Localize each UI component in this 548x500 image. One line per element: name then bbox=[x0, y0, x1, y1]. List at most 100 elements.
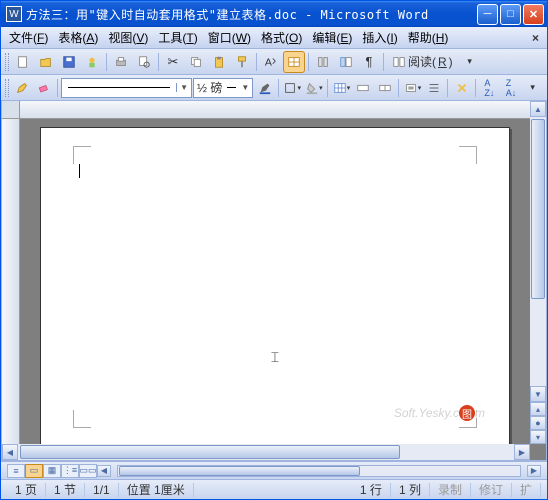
watermark-logo-icon: 图 bbox=[459, 405, 475, 421]
web-layout-view-button[interactable]: ▦ bbox=[43, 464, 61, 478]
border-color-button[interactable] bbox=[254, 77, 275, 99]
cut-button[interactable]: ✂ bbox=[162, 51, 184, 73]
reading-view-button[interactable]: ▭▭ bbox=[79, 464, 97, 478]
crop-mark-bl bbox=[73, 410, 91, 428]
crop-mark-tr bbox=[459, 146, 477, 164]
new-doc-button[interactable] bbox=[12, 51, 34, 73]
view-hscroll-track[interactable] bbox=[117, 465, 521, 477]
window-controls: ─ □ ✕ bbox=[477, 4, 544, 25]
scroll-right-button[interactable]: ▶ bbox=[514, 444, 530, 460]
word-window: W 方法三：用"键入时自动套用格式"建立表格.doc - Microsoft W… bbox=[0, 0, 548, 500]
vertical-ruler[interactable] bbox=[2, 119, 20, 444]
scroll-down-button[interactable]: ▼ bbox=[530, 386, 546, 402]
horizontal-ruler[interactable] bbox=[20, 101, 530, 119]
print-button[interactable] bbox=[110, 51, 132, 73]
draw-table-button[interactable] bbox=[283, 51, 305, 73]
menu-view[interactable]: 视图(V) bbox=[104, 27, 152, 48]
word-app-icon: W bbox=[6, 6, 22, 22]
maximize-button[interactable]: □ bbox=[500, 4, 521, 25]
status-rev[interactable]: 修订 bbox=[471, 483, 512, 497]
next-page-button[interactable]: ▾ bbox=[530, 430, 546, 444]
line-style-select[interactable]: ▼ bbox=[61, 78, 192, 98]
distribute-rows-button[interactable] bbox=[424, 77, 445, 99]
draw-pencil-button[interactable] bbox=[12, 77, 33, 99]
shading-color-button[interactable]: ▾ bbox=[304, 77, 325, 99]
menu-help[interactable]: 帮助(H) bbox=[404, 27, 453, 48]
paste-button[interactable] bbox=[208, 51, 230, 73]
normal-view-button[interactable]: ≡ bbox=[7, 464, 25, 478]
vertical-scrollbar[interactable]: ▲ ▼ ▴ ● ▾ bbox=[530, 101, 546, 444]
outline-view-button[interactable]: ⋮≡ bbox=[61, 464, 79, 478]
menu-edit[interactable]: 编辑(E) bbox=[308, 27, 356, 48]
titlebar: W 方法三：用"键入时自动套用格式"建立表格.doc - Microsoft W… bbox=[1, 1, 547, 27]
print-layout-view-button[interactable]: ▭ bbox=[25, 464, 43, 478]
status-section: 1 节 bbox=[46, 483, 85, 497]
view-hscroll-thumb[interactable] bbox=[119, 466, 360, 476]
char-scaling-button[interactable]: A bbox=[260, 51, 282, 73]
menu-file[interactable]: 文件(F) bbox=[5, 27, 52, 48]
menubar: 文件(F) 表格(A) 视图(V) 工具(T) 窗口(W) 格式(O) 编辑(E… bbox=[1, 27, 547, 49]
ruler-corner bbox=[2, 101, 20, 119]
hscroll-left-button[interactable]: ◀ bbox=[97, 465, 111, 477]
menu-table[interactable]: 表格(A) bbox=[54, 27, 102, 48]
show-marks-button[interactable]: ¶ bbox=[358, 51, 380, 73]
status-pageof: 1/1 bbox=[85, 483, 119, 497]
format-painter-button[interactable] bbox=[231, 51, 253, 73]
line-weight-select[interactable]: ½ 磅▼ bbox=[193, 78, 253, 98]
sort-asc-button[interactable]: AZ↓ bbox=[479, 77, 500, 99]
save-button[interactable] bbox=[58, 51, 80, 73]
split-cells-button[interactable] bbox=[375, 77, 396, 99]
horizontal-scrollbar[interactable]: ◀ ▶ bbox=[2, 444, 530, 460]
view-switch-bar: ≡ ▭ ▦ ⋮≡ ▭▭ ◀ ▶ bbox=[1, 461, 547, 479]
copy-button[interactable] bbox=[185, 51, 207, 73]
reading-layout-button[interactable]: 阅读(R) bbox=[387, 52, 458, 72]
outside-border-button[interactable]: ▾ bbox=[282, 77, 303, 99]
crop-mark-tl bbox=[73, 146, 91, 164]
menu-window[interactable]: 窗口(W) bbox=[204, 27, 255, 48]
ibeam-pointer-icon: ⌶ bbox=[271, 349, 279, 366]
document-area: ⌶ Soft.Yesky.c图m ▲ ▼ ▴ ● ▾ ◀ ▶ bbox=[1, 101, 547, 461]
columns-button[interactable] bbox=[312, 51, 334, 73]
toolbar-handle[interactable] bbox=[5, 53, 9, 71]
doc-map-button[interactable] bbox=[335, 51, 357, 73]
window-title: 方法三：用"键入时自动套用格式"建立表格.doc - Microsoft Wor… bbox=[26, 6, 477, 23]
statusbar: 1 页 1 节 1/1 位置 1厘米 1 行 1 列 录制 修订 扩 bbox=[1, 479, 547, 499]
open-button[interactable] bbox=[35, 51, 57, 73]
status-line: 1 行 bbox=[352, 483, 391, 497]
close-button[interactable]: ✕ bbox=[523, 4, 544, 25]
toolbar-options-2-button[interactable]: ▾ bbox=[522, 77, 543, 99]
tables-borders-toolbar: ▼ ½ 磅▼ ▾ ▾ ▾ ▾ AZ↓ ZA↓ ▾ bbox=[1, 75, 547, 101]
autoformat-button[interactable] bbox=[451, 77, 472, 99]
browse-object-button[interactable]: ● bbox=[530, 416, 546, 430]
status-page: 1 页 bbox=[7, 483, 46, 497]
menu-tools[interactable]: 工具(T) bbox=[154, 27, 201, 48]
menu-format[interactable]: 格式(O) bbox=[257, 27, 306, 48]
toolbar-handle-2[interactable] bbox=[5, 79, 9, 97]
document-page[interactable]: ⌶ Soft.Yesky.c图m bbox=[40, 127, 510, 444]
scroll-left-button[interactable]: ◀ bbox=[2, 444, 18, 460]
status-rec[interactable]: 录制 bbox=[430, 483, 471, 497]
eraser-button[interactable] bbox=[34, 77, 55, 99]
align-button[interactable]: ▾ bbox=[402, 77, 423, 99]
prev-page-button[interactable]: ▴ bbox=[530, 402, 546, 416]
sort-desc-button[interactable]: ZA↓ bbox=[501, 77, 522, 99]
minimize-button[interactable]: ─ bbox=[477, 4, 498, 25]
scroll-up-button[interactable]: ▲ bbox=[530, 101, 546, 117]
document-viewport[interactable]: ⌶ Soft.Yesky.c图m bbox=[20, 119, 530, 444]
menu-insert[interactable]: 插入(I) bbox=[358, 27, 401, 48]
print-preview-button[interactable] bbox=[133, 51, 155, 73]
watermark: Soft.Yesky.c图m bbox=[394, 404, 485, 422]
hscroll-right-button[interactable]: ▶ bbox=[527, 465, 541, 477]
scroll-thumb-v[interactable] bbox=[531, 119, 545, 299]
toolbar-options-button[interactable]: ▾ bbox=[459, 51, 481, 73]
merge-cells-button[interactable] bbox=[353, 77, 374, 99]
scroll-thumb-h[interactable] bbox=[20, 445, 400, 459]
svg-text:A: A bbox=[265, 56, 272, 68]
status-pos: 位置 1厘米 bbox=[119, 483, 194, 497]
standard-toolbar: ✂ A ¶ 阅读(R) ▾ bbox=[1, 49, 547, 75]
insert-table-button[interactable]: ▾ bbox=[331, 77, 352, 99]
close-document-button[interactable]: × bbox=[528, 31, 543, 45]
status-ext[interactable]: 扩 bbox=[512, 483, 541, 497]
text-cursor bbox=[79, 164, 80, 178]
permissions-button[interactable] bbox=[81, 51, 103, 73]
